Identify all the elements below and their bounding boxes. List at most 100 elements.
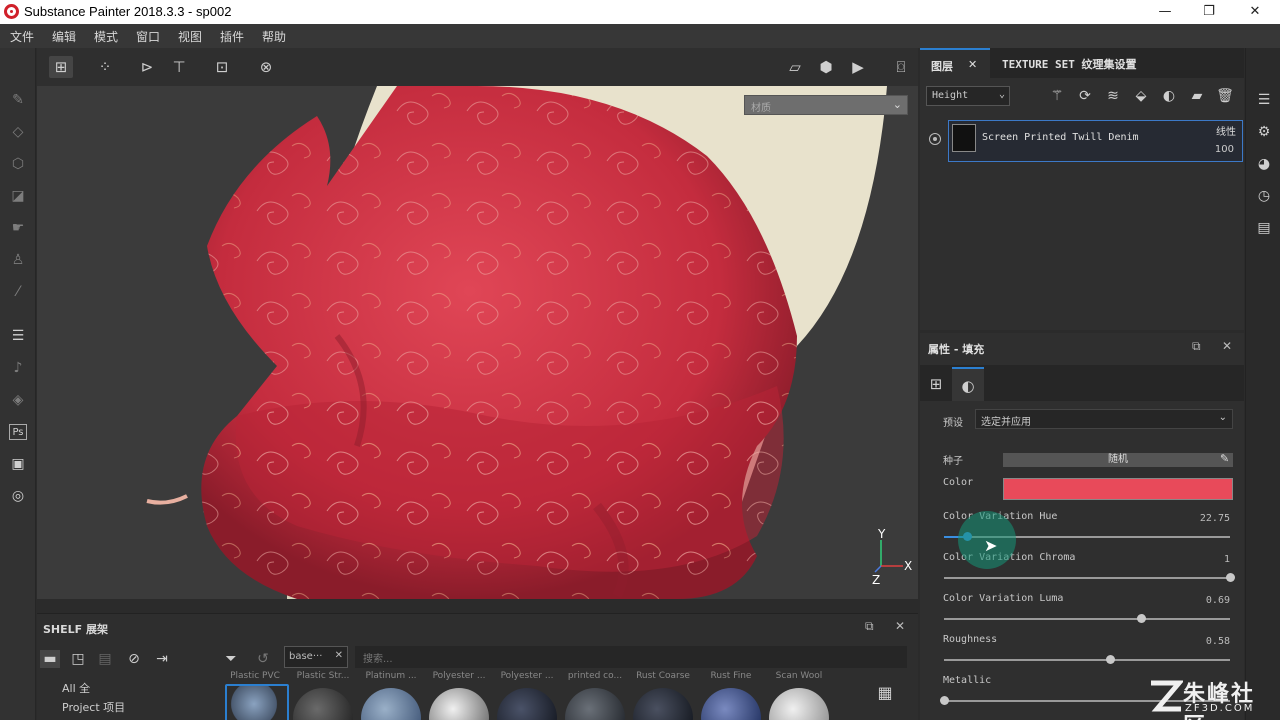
material-thumbnail[interactable] bbox=[361, 688, 421, 720]
luma-slider[interactable] bbox=[944, 614, 1230, 623]
slider-knob[interactable] bbox=[1106, 655, 1115, 664]
menu-file[interactable]: 文件 bbox=[10, 28, 34, 45]
history-icon[interactable]: ⊗ bbox=[254, 56, 278, 78]
tab-texture-set[interactable]: TEXTURE SET 纹理集设置 bbox=[1002, 56, 1136, 72]
panel-float-icon[interactable]: ⧉ bbox=[1192, 339, 1201, 354]
color-swatch[interactable] bbox=[1003, 478, 1233, 500]
reset-filter-icon[interactable]: ↺ bbox=[253, 650, 273, 668]
shelf-float-icon[interactable]: ⧉ bbox=[865, 619, 874, 634]
layer-visibility-eye-icon[interactable] bbox=[929, 133, 941, 145]
3d-cube-icon[interactable]: ⬢ bbox=[814, 56, 838, 78]
folder-icon[interactable]: ▬ bbox=[40, 650, 60, 668]
preset-dropdown[interactable]: 选定并应用 ⌄ bbox=[975, 409, 1233, 429]
panel-close-icon[interactable]: ✕ bbox=[1222, 339, 1232, 353]
remove-tag-icon[interactable]: ✕ bbox=[335, 650, 343, 661]
material-thumbnail[interactable] bbox=[701, 688, 761, 720]
close-tab-icon[interactable]: ✕ bbox=[968, 58, 977, 71]
substance-share-icon[interactable]: ◎ bbox=[9, 488, 27, 504]
smudge-icon[interactable]: ☛ bbox=[9, 220, 27, 236]
add-frame-icon[interactable]: ⊡ bbox=[210, 56, 234, 78]
slider-value[interactable]: 22.75 bbox=[1200, 513, 1230, 524]
shelf-close-icon[interactable]: ✕ bbox=[895, 619, 905, 633]
new-folder-icon[interactable]: ◳ bbox=[68, 650, 88, 668]
right-icon-strip: ☰ ⚙ ◕ ◷ ▤ bbox=[1245, 48, 1280, 720]
export-document-icon[interactable]: ▣ bbox=[9, 456, 27, 472]
cube-icon[interactable]: ◈ bbox=[9, 392, 27, 408]
mirror-x-icon[interactable]: ⊳ bbox=[135, 56, 159, 78]
clone-stamp-icon[interactable]: ♙ bbox=[9, 252, 27, 268]
eraser-icon[interactable]: ◇ bbox=[9, 124, 27, 140]
material-thumbnail[interactable] bbox=[565, 688, 625, 720]
layer-blend-mode[interactable]: 线性 bbox=[1216, 123, 1236, 138]
material-tab-icon[interactable]: ◐ bbox=[952, 367, 984, 401]
slider-value[interactable]: 1 bbox=[1224, 554, 1230, 565]
import-icon[interactable]: ⇥ bbox=[152, 650, 172, 668]
layers-panel-icon[interactable]: ☰ bbox=[1255, 91, 1273, 109]
menu-window[interactable]: 窗口 bbox=[136, 28, 160, 45]
menu-help[interactable]: 帮助 bbox=[262, 28, 286, 45]
3d-viewport[interactable]: 材质 ⌄ Y X Z bbox=[37, 86, 918, 599]
shelf-category-all[interactable]: All 全 bbox=[62, 680, 90, 696]
tab-layers[interactable]: 图层 ✕ bbox=[920, 48, 990, 78]
menu-view[interactable]: 视图 bbox=[178, 28, 202, 45]
projection-icon[interactable]: ⬡ bbox=[9, 156, 27, 172]
save-icon[interactable]: ▤ bbox=[95, 650, 115, 668]
material-thumbnail[interactable] bbox=[633, 688, 693, 720]
layer-opacity[interactable]: 100 bbox=[1215, 144, 1234, 155]
layer-stack-icon[interactable]: ☰ bbox=[9, 328, 27, 344]
screenshot-camera-icon[interactable]: ⌼ bbox=[889, 56, 913, 78]
slider-knob[interactable] bbox=[1137, 614, 1146, 623]
camera-video-icon[interactable]: ▶ bbox=[846, 56, 870, 78]
material-thumbnail[interactable] bbox=[293, 688, 353, 720]
shelf-filter-tag[interactable]: base··· ✕ bbox=[284, 646, 348, 668]
chroma-slider[interactable] bbox=[944, 573, 1235, 582]
bell-icon[interactable]: ♪ bbox=[9, 360, 27, 376]
maximize-button[interactable]: ❐ bbox=[1194, 2, 1224, 22]
menu-plugins[interactable]: 插件 bbox=[220, 28, 244, 45]
geometry-mask-icon[interactable]: ◪ bbox=[9, 188, 27, 204]
minimize-button[interactable]: — bbox=[1150, 2, 1180, 22]
add-mask-icon[interactable]: ◐ bbox=[1159, 86, 1179, 106]
mirror-y-icon[interactable]: ⊤ bbox=[167, 56, 191, 78]
material-thumbnail[interactable] bbox=[769, 688, 829, 720]
seed-random-button[interactable]: 随机 bbox=[1003, 453, 1233, 467]
close-window-button[interactable]: ✕ bbox=[1240, 2, 1270, 22]
material-thumbnail-selected[interactable] bbox=[225, 684, 289, 720]
magic-wand-icon[interactable]: ⚚ bbox=[1047, 86, 1067, 106]
log-icon[interactable]: ▤ bbox=[1255, 219, 1273, 237]
delete-layer-icon[interactable]: 🗑 bbox=[1215, 86, 1235, 106]
add-fill-layer-icon[interactable]: ⬙ bbox=[1131, 86, 1151, 106]
color-picker-icon[interactable]: ⁄ bbox=[9, 284, 27, 300]
filter-icon[interactable]: ⏷ bbox=[221, 650, 241, 668]
selection-grid-icon[interactable]: ⊞ bbox=[49, 56, 73, 78]
edit-pencil-icon[interactable]: ✎ bbox=[1220, 452, 1229, 465]
dot-grid-icon[interactable]: ⁘ bbox=[93, 56, 117, 78]
photoshop-icon[interactable]: Ps bbox=[9, 424, 27, 440]
slider-value[interactable]: 0.69 bbox=[1206, 595, 1230, 606]
add-effect-icon[interactable]: ⟳ bbox=[1075, 86, 1095, 106]
slider-value[interactable]: 0.58 bbox=[1206, 636, 1230, 647]
paint-brush-icon[interactable]: ✎ bbox=[9, 92, 27, 108]
texture-set-icon[interactable]: ⚙ bbox=[1255, 123, 1273, 141]
display-settings-icon[interactable]: ◕ bbox=[1255, 155, 1273, 173]
add-folder-icon[interactable]: ▰ bbox=[1187, 86, 1207, 106]
shelf-category-project[interactable]: Project 项目 bbox=[62, 699, 125, 715]
shelf-search-input[interactable]: 搜索... bbox=[355, 646, 907, 668]
channel-dropdown[interactable]: Height ⌄ bbox=[926, 86, 1010, 106]
slider-knob[interactable] bbox=[940, 696, 949, 705]
material-thumbnail[interactable] bbox=[429, 688, 489, 720]
2d-view-icon[interactable]: ▱ bbox=[783, 56, 807, 78]
menu-edit[interactable]: 编辑 bbox=[52, 28, 76, 45]
menu-mode[interactable]: 模式 bbox=[94, 28, 118, 45]
watermark: 朱峰社区 ZF3D.COM bbox=[1145, 674, 1275, 720]
roughness-slider[interactable] bbox=[944, 655, 1230, 664]
grid-view-icon[interactable]: ▦ bbox=[875, 684, 895, 702]
slider-knob[interactable] bbox=[1226, 573, 1235, 582]
history-clock-icon[interactable]: ◷ bbox=[1255, 187, 1273, 205]
material-dropdown[interactable]: 材质 ⌄ bbox=[744, 95, 908, 115]
hide-icon[interactable]: ⊘ bbox=[124, 650, 144, 668]
material-thumbnail[interactable] bbox=[497, 688, 557, 720]
add-layer-icon[interactable]: ≋ bbox=[1103, 86, 1123, 106]
layer-row[interactable]: Screen Printed Twill Denim 线性 100 bbox=[948, 120, 1243, 162]
fill-settings-icon[interactable]: ⊞ bbox=[920, 367, 952, 401]
